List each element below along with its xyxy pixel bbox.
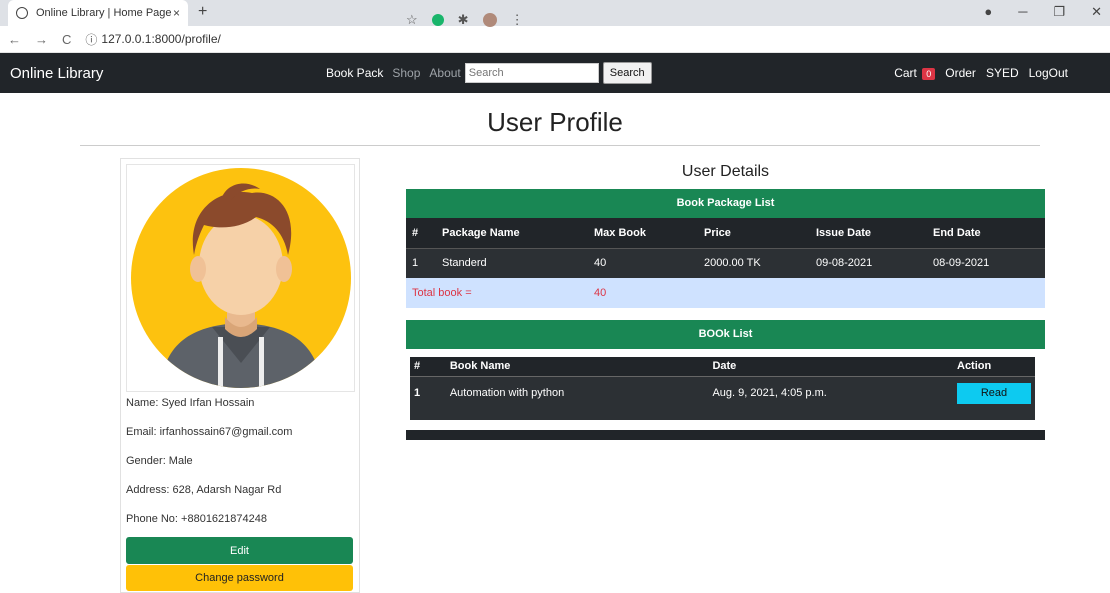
col-header: Date xyxy=(708,357,953,376)
col-header: End Date xyxy=(927,218,1045,248)
user-avatar-illustration-icon xyxy=(130,168,351,388)
edit-button[interactable]: Edit xyxy=(126,537,353,564)
browser-toolbar-right: ☆ ✱ ⋮ xyxy=(406,12,1045,28)
book-table-heading: BOOk List xyxy=(406,320,1045,349)
bookmark-star-icon[interactable]: ☆ xyxy=(406,12,418,28)
profile-info: Name: Syed Irfan Hossain Email: irfanhos… xyxy=(126,392,354,537)
cell: Aug. 9, 2021, 4:05 p.m. xyxy=(708,375,953,410)
table-row: 1 Automation with python Aug. 9, 2021, 4… xyxy=(410,375,1035,410)
book-list-footer xyxy=(406,430,1045,440)
back-icon[interactable]: ← xyxy=(8,32,21,47)
new-tab-icon[interactable]: + xyxy=(188,0,217,26)
total-value: 40 xyxy=(588,278,1045,308)
package-table-header: # Package Name Max Book Price Issue Date… xyxy=(406,218,1045,248)
cell: 08-09-2021 xyxy=(927,247,1045,278)
nav-right: Cart 0 Order SYED LogOut xyxy=(894,53,1068,93)
book-list-section: BOOk List # Book Name Date Action 1 Auto… xyxy=(406,320,1045,440)
cell: 40 xyxy=(588,247,698,278)
cell: Standerd xyxy=(436,247,588,278)
package-table: # Package Name Max Book Price Issue Date… xyxy=(406,218,1045,308)
order-link[interactable]: Order xyxy=(945,66,976,80)
col-header: Issue Date xyxy=(810,218,927,248)
grammarly-extension-icon[interactable] xyxy=(431,14,444,26)
cell: 1 xyxy=(410,375,446,410)
tab-title: Online Library | Home Page xyxy=(36,7,172,19)
extensions-puzzle-icon[interactable]: ✱ xyxy=(458,12,469,28)
nav-link-shop[interactable]: Shop xyxy=(392,66,420,80)
cell: Read xyxy=(953,375,1035,410)
cell: 2000.00 TK xyxy=(698,247,810,278)
cart-label: Cart xyxy=(894,66,917,80)
profile-address: Address: 628, Adarsh Nagar Rd xyxy=(126,484,282,496)
globe-icon xyxy=(16,7,28,19)
book-table-header: # Book Name Date Action xyxy=(410,357,1035,376)
col-header: # xyxy=(406,218,436,248)
page-title: User Profile xyxy=(487,107,623,137)
url-field[interactable]: 127.0.0.1:8000/profile/ xyxy=(101,32,220,46)
reload-icon[interactable]: C xyxy=(62,32,71,47)
user-avatar-icon[interactable] xyxy=(482,13,497,27)
nav-link-book-pack[interactable]: Book Pack xyxy=(326,66,383,80)
address-bar: ← → C ⓘ 127.0.0.1:8000/profile/ ☆ ✱ ⋮ xyxy=(0,12,1110,53)
info-icon: ⓘ xyxy=(85,32,98,47)
menu-kebab-icon[interactable]: ⋮ xyxy=(511,12,524,28)
browser-tab[interactable]: Online Library | Home Page × xyxy=(8,0,188,26)
profile-name: Name: Syed Irfan Hossain xyxy=(126,397,255,409)
avatar xyxy=(126,164,355,392)
package-table-heading: Book Package List xyxy=(406,189,1045,218)
profile-gender: Gender: Male xyxy=(126,455,193,467)
user-details-panel: User Details Book Package List # Package… xyxy=(406,158,1045,440)
forward-icon[interactable]: → xyxy=(35,32,48,47)
book-table: # Book Name Date Action 1 Automation wit… xyxy=(410,357,1035,420)
cell: 09-08-2021 xyxy=(810,247,927,278)
user-details-title: User Details xyxy=(681,163,770,180)
table-row: 1 Standerd 40 2000.00 TK 09-08-2021 08-0… xyxy=(406,247,1045,278)
cell: Automation with python xyxy=(445,375,709,410)
nav-link-about[interactable]: About xyxy=(429,66,460,80)
total-label: Total book = xyxy=(406,278,588,308)
table-row-empty xyxy=(410,410,1035,420)
col-header: # xyxy=(410,357,446,376)
profile-email: Email: irfanhossain67@gmail.com xyxy=(126,426,293,438)
col-header: Book Name xyxy=(445,357,709,376)
title-divider xyxy=(80,145,1040,146)
profile-phone: Phone No: +8801621874248 xyxy=(126,513,267,525)
cart-count-badge: 0 xyxy=(922,68,936,80)
search-button[interactable]: Search xyxy=(602,62,652,84)
col-header: Action xyxy=(953,357,1035,376)
app-navbar: Online Library Book Pack Shop About Sear… xyxy=(0,53,1110,93)
col-header: Price xyxy=(698,218,810,248)
nav-links: Book Pack Shop About Search xyxy=(326,53,652,93)
col-header: Package Name xyxy=(436,218,588,248)
book-table-container: # Book Name Date Action 1 Automation wit… xyxy=(406,349,1045,430)
cell xyxy=(410,410,1035,420)
logout-link[interactable]: LogOut xyxy=(1029,66,1068,80)
change-password-button[interactable]: Change password xyxy=(126,565,353,591)
maximize-icon[interactable]: ❐ xyxy=(1053,4,1065,20)
brand-link[interactable]: Online Library xyxy=(10,65,103,82)
cell: 1 xyxy=(406,247,436,278)
cart-link[interactable]: Cart 0 xyxy=(894,66,936,80)
tab-close-icon[interactable]: × xyxy=(173,6,180,20)
read-button[interactable]: Read xyxy=(957,382,1031,404)
total-row: Total book = 40 xyxy=(406,278,1045,308)
search-input[interactable] xyxy=(464,63,599,83)
user-link[interactable]: SYED xyxy=(986,66,1019,80)
close-window-icon[interactable]: ✕ xyxy=(1091,4,1102,20)
profile-card: Name: Syed Irfan Hossain Email: irfanhos… xyxy=(120,158,360,593)
col-header: Max Book xyxy=(588,218,698,248)
